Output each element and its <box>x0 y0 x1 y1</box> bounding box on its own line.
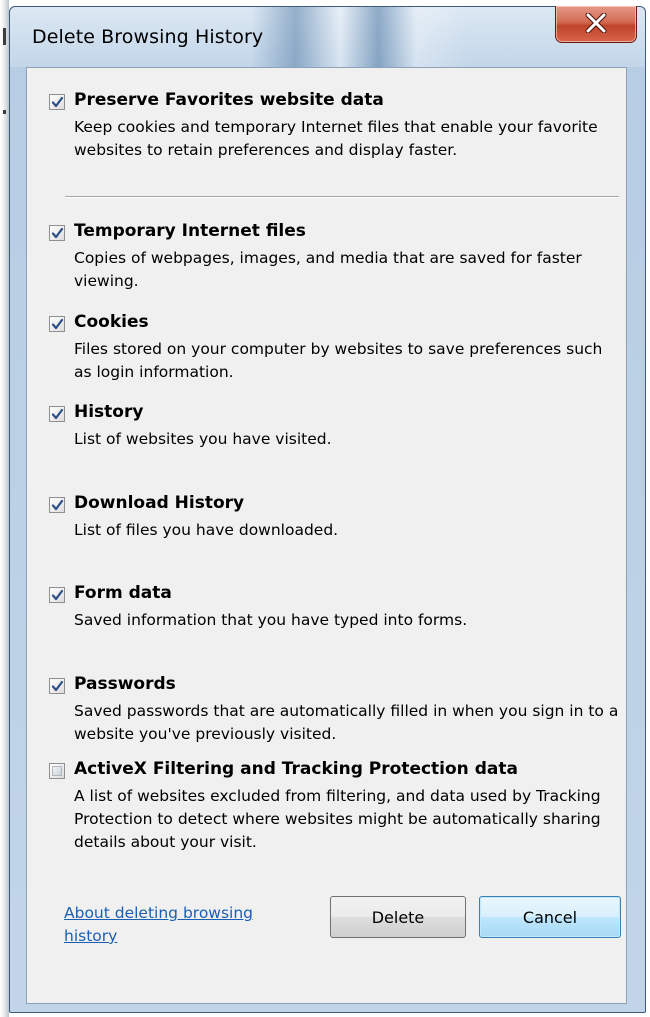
cancel-button[interactable]: Cancel <box>479 896 621 938</box>
divider <box>65 196 619 198</box>
checkmark-icon <box>51 96 64 108</box>
about-deleting-history-link[interactable]: About deleting browsing history <box>64 902 284 948</box>
option-description: Keep cookies and temporary Internet file… <box>74 118 598 159</box>
delete-button[interactable]: Delete <box>330 896 466 938</box>
checkmark-icon <box>51 408 64 420</box>
checkbox-passwords[interactable] <box>49 678 65 694</box>
title-bar[interactable]: Delete Browsing History <box>10 6 645 67</box>
option-label: ActiveX Filtering and Tracking Protectio… <box>74 759 518 779</box>
options-panel: Preserve Favorites website data Keep coo… <box>26 67 627 1004</box>
checkmark-icon <box>51 680 64 692</box>
option-description: Saved passwords that are automatically f… <box>74 702 619 743</box>
checkbox-download-history[interactable] <box>49 497 65 513</box>
checkbox-history[interactable] <box>49 406 65 422</box>
option-label: Preserve Favorites website data <box>74 90 384 110</box>
option-description: A list of websites excluded from filteri… <box>74 787 601 851</box>
option-description: Files stored on your computer by website… <box>74 340 603 381</box>
option-label: Passwords <box>74 674 176 694</box>
option-description: List of files you have downloaded. <box>74 521 339 539</box>
dialog-title: Delete Browsing History <box>32 26 264 48</box>
option-label: Cookies <box>74 312 149 332</box>
close-button[interactable] <box>555 6 637 43</box>
background-window-edge <box>0 0 9 1017</box>
checkbox-preserve-favorites[interactable] <box>49 94 65 110</box>
unchecked-box-fill <box>52 766 62 776</box>
option-label: History <box>74 402 144 422</box>
option-label: Download History <box>74 493 245 513</box>
checkmark-icon <box>51 318 64 330</box>
checkmark-icon <box>51 499 64 511</box>
checkbox-temporary-internet-files[interactable] <box>49 225 65 241</box>
option-label: Temporary Internet files <box>74 221 306 241</box>
close-x-icon <box>585 13 607 33</box>
option-label: Form data <box>74 583 172 603</box>
checkbox-form-data[interactable] <box>49 587 65 603</box>
checkmark-icon <box>51 227 64 239</box>
option-description: Saved information that you have typed in… <box>74 611 468 629</box>
option-description: List of websites you have visited. <box>74 430 332 448</box>
checkmark-icon <box>51 589 64 601</box>
option-description: Copies of webpages, images, and media th… <box>74 249 582 290</box>
delete-browsing-history-dialog: Delete Browsing History Preserve Favorit… <box>9 6 646 1013</box>
checkbox-activex-tracking-protection[interactable] <box>49 763 65 779</box>
checkbox-cookies[interactable] <box>49 316 65 332</box>
